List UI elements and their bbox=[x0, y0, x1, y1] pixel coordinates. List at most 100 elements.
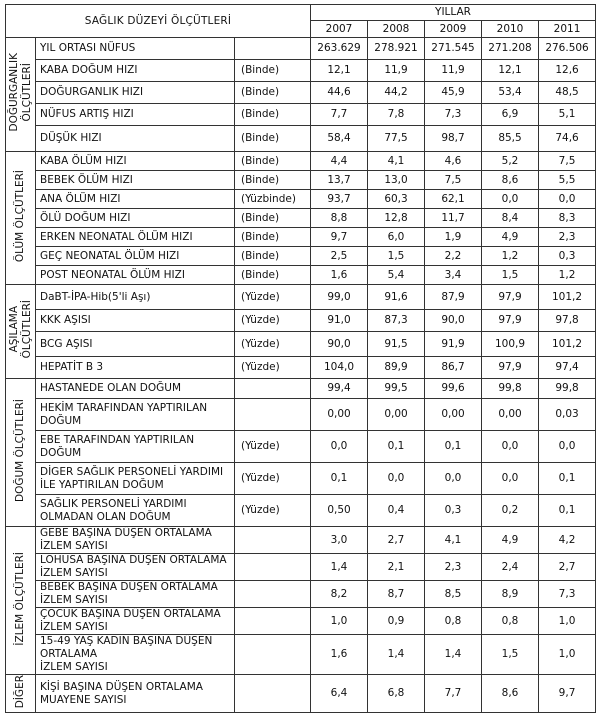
value-cell: 5,5 bbox=[538, 170, 597, 190]
value-cell: 13,0 bbox=[367, 170, 426, 190]
value-cell: 85,5 bbox=[481, 125, 540, 152]
value-cell: 1,5 bbox=[481, 265, 540, 285]
value-cell: 7,7 bbox=[424, 673, 483, 714]
value-cell: 2,4 bbox=[481, 553, 540, 581]
indicator-unit: (Yüzde) bbox=[233, 331, 312, 357]
table-row: DÜŞÜK HIZI (Binde) 58,4 77,5 98,7 85,5 74,6 bbox=[6, 125, 597, 152]
value-cell: 1,5 bbox=[481, 634, 540, 675]
value-cell: 6,0 bbox=[367, 227, 426, 247]
value-cell: 99,6 bbox=[424, 378, 483, 399]
value-cell: 99,4 bbox=[310, 378, 369, 399]
value-cell: 0,0 bbox=[538, 430, 597, 463]
year-header: 2007 bbox=[310, 20, 369, 38]
value-cell: 2,2 bbox=[424, 246, 483, 266]
value-cell: 0,0 bbox=[481, 462, 540, 495]
indicator-unit bbox=[233, 37, 312, 60]
indicator-unit: (Binde) bbox=[233, 208, 312, 228]
group-label-cell: DİĞER bbox=[5, 673, 36, 714]
table-row: NÜFUS ARTIŞ HIZI (Binde) 7,7 7,8 7,3 6,9 5,1 bbox=[6, 103, 597, 126]
value-cell: 8,5 bbox=[424, 580, 483, 608]
value-cell: 1,6 bbox=[310, 634, 369, 675]
group-label-cell: DOĞURGANLIK ÖLÇÜTLERİ bbox=[5, 37, 36, 152]
value-cell: 99,8 bbox=[538, 378, 597, 399]
table-body: DOĞURGANLIK ÖLÇÜTLERİ YIL ORTASI NÜFUS 263… bbox=[5, 37, 597, 714]
value-cell: 99,5 bbox=[367, 378, 426, 399]
indicator-label: HEKİM TARAFINDAN YAPTIRILAN DOĞUM bbox=[35, 398, 235, 431]
group-label: ÖLÜM ÖLÇÜTLERİ bbox=[14, 169, 26, 263]
value-cell: 1,4 bbox=[367, 634, 426, 675]
value-cell: 271.208 bbox=[481, 37, 540, 60]
table-row: BEBEK BAŞINA DÜŞEN ORTALAMA İZLEM SAYISI… bbox=[6, 580, 597, 608]
value-cell: 12,8 bbox=[367, 208, 426, 228]
value-cell: 1,4 bbox=[424, 634, 483, 675]
table-row: AŞILAMA ÖLÇÜTLERİ DaBT-İPA-Hib(5'li Aşı)(… bbox=[5, 284, 597, 379]
indicator-unit bbox=[233, 580, 312, 608]
value-cell: 0,8 bbox=[481, 607, 540, 635]
value-cell: 44,6 bbox=[310, 81, 369, 104]
value-cell: 44,2 bbox=[367, 81, 426, 104]
table-row: KABA DOĞUM HIZI (Binde) 12,1 11,9 11,9 12,1 12… bbox=[6, 59, 597, 82]
value-cell: 74,6 bbox=[538, 125, 597, 152]
value-cell: 5,2 bbox=[481, 151, 540, 171]
value-cell: 97,8 bbox=[538, 309, 597, 332]
indicator-label: NÜFUS ARTIŞ HIZI bbox=[35, 103, 235, 126]
value-cell: 97,4 bbox=[538, 356, 597, 379]
indicator-label: BEBEK BAŞINA DÜŞEN ORTALAMA İZLEM SAYISI bbox=[35, 580, 235, 608]
value-cell: 8,6 bbox=[481, 673, 540, 714]
value-cell: 2,1 bbox=[367, 553, 426, 581]
value-cell: 0,0 bbox=[367, 462, 426, 495]
value-cell: 5,1 bbox=[538, 103, 597, 126]
value-cell: 0,4 bbox=[367, 494, 426, 527]
indicator-unit: (Yüzde) bbox=[233, 309, 312, 332]
table-row: ÖLÜ DOĞUM HIZI (Binde) 8,8 12,8 11,7 8,4 8,3 bbox=[6, 208, 597, 228]
indicator-label: BEBEK ÖLÜM HIZI bbox=[35, 170, 235, 190]
value-cell: 0,0 bbox=[310, 430, 369, 463]
value-cell: 77,5 bbox=[367, 125, 426, 152]
value-cell: 97,9 bbox=[481, 284, 540, 310]
indicator-unit: (Yüzde) bbox=[233, 356, 312, 379]
indicator-unit: (Yüzde) bbox=[233, 430, 312, 463]
value-cell: 0,1 bbox=[310, 462, 369, 495]
value-cell: 0,00 bbox=[424, 398, 483, 431]
indicator-unit: (Yüzbinde) bbox=[233, 189, 312, 209]
group-label: İZLEM ÖLÇÜTLERİ bbox=[14, 551, 26, 646]
value-cell: 7,5 bbox=[424, 170, 483, 190]
year-header: 2011 bbox=[538, 20, 597, 38]
value-cell: 97,9 bbox=[481, 356, 540, 379]
value-cell: 2,5 bbox=[310, 246, 369, 266]
value-cell: 3,4 bbox=[424, 265, 483, 285]
table-row: HEKİM TARAFINDAN YAPTIRILAN DOĞUM 0,00 0,00… bbox=[6, 398, 597, 431]
indicator-unit bbox=[233, 673, 312, 714]
value-cell: 90,0 bbox=[424, 309, 483, 332]
indicator-label: HEPATİT B 3 bbox=[35, 356, 235, 379]
value-cell: 90,0 bbox=[310, 331, 369, 357]
value-cell: 60,3 bbox=[367, 189, 426, 209]
value-cell: 7,3 bbox=[538, 580, 597, 608]
indicators-header: SAĞLIK DÜZEYİ ÖLÇÜTLERİ bbox=[4, 4, 312, 38]
value-cell: 8,2 bbox=[310, 580, 369, 608]
value-cell: 4,1 bbox=[367, 151, 426, 171]
value-cell: 13,7 bbox=[310, 170, 369, 190]
value-cell: 11,7 bbox=[424, 208, 483, 228]
group-label-cell: ÖLÜM ÖLÇÜTLERİ bbox=[5, 151, 36, 285]
value-cell: 4,2 bbox=[538, 526, 597, 554]
indicator-unit: (Binde) bbox=[233, 265, 312, 285]
table-row: LOHUSA BAŞINA DÜŞEN ORTALAMA İZLEM SAYIS… bbox=[6, 553, 597, 581]
value-cell: 0,50 bbox=[310, 494, 369, 527]
indicator-label: ANA ÖLÜM HIZI bbox=[35, 189, 235, 209]
value-cell: 7,8 bbox=[367, 103, 426, 126]
indicator-label: DaBT-İPA-Hib(5'li Aşı) bbox=[35, 284, 235, 310]
group-label: DİĞER bbox=[14, 675, 26, 709]
value-cell: 0,1 bbox=[367, 430, 426, 463]
indicator-label: DÜŞÜK HIZI bbox=[35, 125, 235, 152]
year-header: 2009 bbox=[424, 20, 483, 38]
value-cell: 104,0 bbox=[310, 356, 369, 379]
value-cell: 6,9 bbox=[481, 103, 540, 126]
value-cell: 278.921 bbox=[367, 37, 426, 60]
group-label: DOĞURGANLIK ÖLÇÜTLERİ bbox=[7, 53, 33, 132]
value-cell: 86,7 bbox=[424, 356, 483, 379]
indicator-label: KABA ÖLÜM HIZI bbox=[35, 151, 235, 171]
group-label: DOĞUM ÖLÇÜTLERİ bbox=[14, 399, 26, 502]
years-header: YILLAR bbox=[310, 4, 597, 21]
value-cell: 48,5 bbox=[538, 81, 597, 104]
